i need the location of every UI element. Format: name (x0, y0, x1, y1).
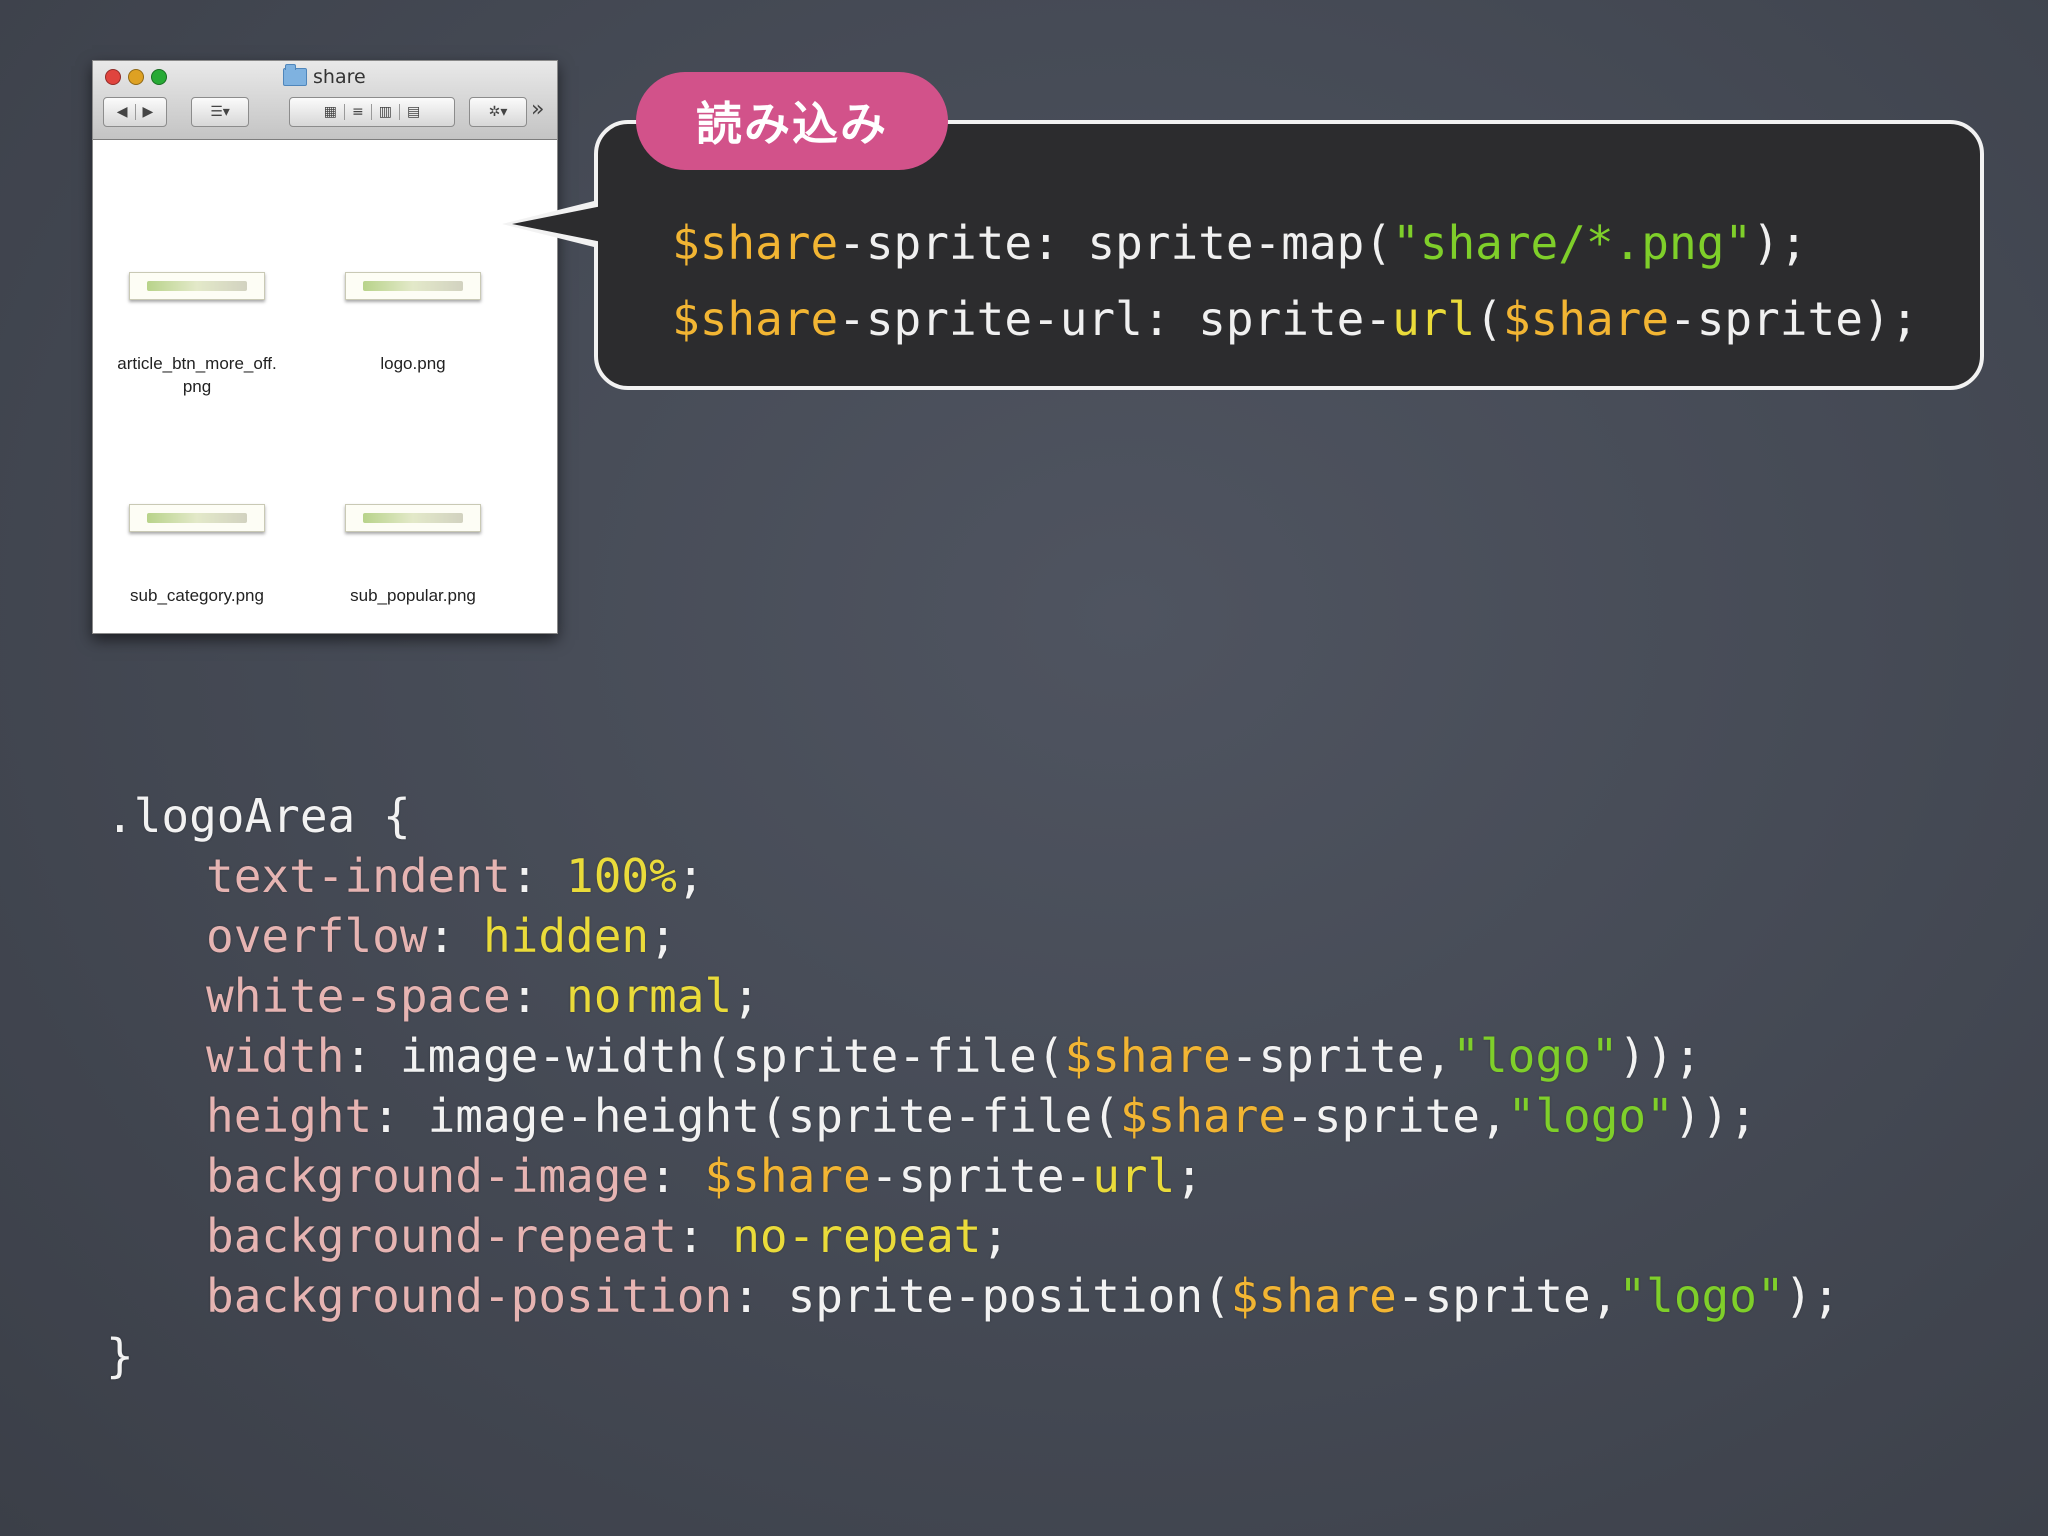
file-thumbnail (129, 272, 265, 300)
callout-line-1: $share-sprite: sprite-map("share/*.png")… (672, 216, 1808, 270)
callout-pointer-fill (512, 206, 602, 242)
column-view-icon[interactable]: ▥ (370, 104, 399, 120)
code-close-brace: } (106, 1329, 134, 1383)
callout-badge: 読み込み (636, 72, 948, 170)
file-name: sub_popular.png (350, 586, 476, 605)
close-button[interactable] (105, 69, 121, 85)
file-name: logo.png (380, 354, 446, 373)
file-thumbnail (345, 504, 481, 532)
file-item[interactable]: sub_popular.png (313, 504, 513, 607)
icon-view-icon[interactable]: ▦ (317, 104, 344, 120)
file-item[interactable]: article_btn_more_off. png (97, 272, 297, 398)
scss-code-block: .logoArea { text-indent: 100%; overflow: h… (106, 786, 1840, 1386)
file-name: sub_category.png (130, 586, 264, 605)
action-menu-button[interactable]: ✲▾ (469, 97, 527, 127)
code-line: width: image-width(sprite-file($share-sp… (206, 1029, 1702, 1083)
minimize-button[interactable] (128, 69, 144, 85)
list-view-icon[interactable]: ≡ (344, 104, 371, 120)
finder-titlebar: share ◀ ▶ ☰▾ ▦ ≡ ▥ ▤ ✲▾ » (93, 61, 557, 140)
folder-icon (283, 64, 307, 86)
window-title: share (283, 64, 366, 88)
window-controls (105, 69, 167, 85)
code-selector: .logoArea { (106, 789, 411, 843)
arrange-menu-button[interactable]: ☰▾ (191, 97, 249, 127)
code-line: background-repeat: no-repeat; (206, 1209, 1010, 1263)
callout-code: $share-sprite: sprite-map("share/*.png")… (672, 205, 1918, 357)
code-line: overflow: hidden; (206, 909, 677, 963)
coverflow-view-icon[interactable]: ▤ (398, 104, 427, 120)
zoom-button[interactable] (151, 69, 167, 85)
file-name: article_btn_more_off. png (117, 354, 277, 396)
code-line: height: image-height(sprite-file($share-… (206, 1089, 1757, 1143)
finder-icon-grid: article_btn_more_off. png logo.png sub_c… (93, 140, 557, 633)
forward-icon[interactable]: ▶ (134, 104, 161, 120)
window-title-text: share (313, 66, 366, 88)
callout-line-2: $share-sprite-url: sprite-url($share-spr… (672, 292, 1919, 346)
file-item[interactable]: sub_category.png (97, 504, 297, 607)
code-line: text-indent: 100%; (206, 849, 705, 903)
back-forward-buttons[interactable]: ◀ ▶ (103, 97, 167, 127)
gear-icon: ✲▾ (488, 104, 508, 120)
file-item[interactable]: logo.png (313, 272, 513, 375)
finder-window: share ◀ ▶ ☰▾ ▦ ≡ ▥ ▤ ✲▾ » article_btn_more_o… (92, 60, 558, 634)
code-line: background-image: $share-sprite-url; (206, 1149, 1204, 1203)
file-thumbnail (345, 272, 481, 300)
list-arrange-icon: ☰▾ (210, 104, 230, 120)
code-line: background-position: sprite-position($sh… (206, 1269, 1840, 1323)
back-icon[interactable]: ◀ (110, 104, 135, 120)
view-mode-buttons[interactable]: ▦ ≡ ▥ ▤ (289, 97, 455, 127)
code-line: white-space: normal; (206, 969, 760, 1023)
file-thumbnail (129, 504, 265, 532)
toolbar-overflow-icon[interactable]: » (531, 97, 544, 122)
